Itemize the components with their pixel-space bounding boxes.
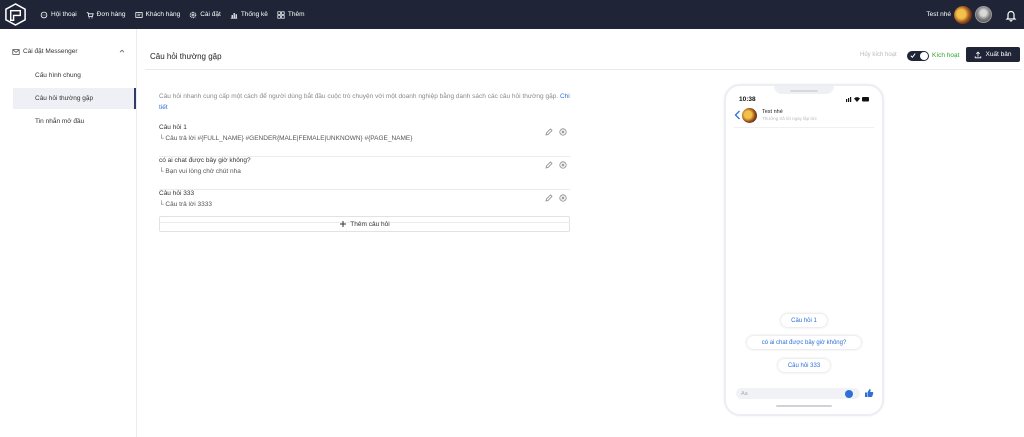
- faq-answer-text: Câu trả lời 3333: [165, 201, 212, 208]
- grid-icon: [277, 10, 285, 19]
- gear-icon: [189, 11, 197, 18]
- edit-icon[interactable]: [545, 194, 553, 202]
- activate-label[interactable]: Kích hoạt: [932, 52, 959, 59]
- signal-wifi-battery-icon: [846, 97, 869, 102]
- delete-icon[interactable]: [559, 194, 567, 202]
- faq-actions: [539, 161, 567, 169]
- sidebar-item-label: Câu hỏi thường gặp: [35, 95, 94, 102]
- user-avatar[interactable]: [975, 6, 992, 23]
- description-text: Câu hỏi nhanh cung cấp một cách để người…: [159, 93, 559, 100]
- sidebar-group-messenger[interactable]: Cài đặt Messenger: [12, 45, 130, 58]
- faq-answer: └ Bạn vui lòng chờ chút nha: [159, 168, 241, 175]
- messenger-preview-phone: 10:38 Test nhé Thường trả lời ngay lập t…: [724, 84, 884, 416]
- edit-icon[interactable]: [545, 161, 553, 169]
- settings-sidebar: Cài đặt Messenger Cấu hình chung Câu hỏi…: [0, 29, 137, 437]
- user-area: Test nhé: [926, 0, 1024, 29]
- nav-item-statistics[interactable]: Thống kê: [230, 11, 268, 19]
- sidebar-item-faq[interactable]: Câu hỏi thường gặp: [13, 88, 136, 109]
- nav-item-label: Thêm: [287, 11, 305, 18]
- deactivate-label[interactable]: Hủy kích hoạt: [860, 52, 897, 58]
- thumbs-up-icon[interactable]: [864, 388, 874, 398]
- faq-item[interactable]: Câu hỏi 1 └ Câu trả lời #{FULL_NAME} #GE…: [159, 124, 570, 157]
- nav-item-label: Đơn hàng: [96, 11, 126, 18]
- upload-icon: [975, 51, 982, 58]
- faq-answer: └ Câu trả lời 3333: [159, 201, 212, 208]
- faq-actions: [539, 128, 567, 136]
- phone-header-divider: [734, 127, 874, 128]
- faq-question: có ai chat được bây giờ không?: [159, 157, 251, 164]
- faq-answer-text: Bạn vui lòng chờ chút nha: [165, 168, 241, 175]
- faq-chip[interactable]: Câu hỏi 333: [778, 359, 830, 372]
- phone-page-subtitle: Thường trả lời ngay lập tức: [762, 116, 817, 121]
- bell-icon[interactable]: [1004, 8, 1018, 22]
- mail-icon: [12, 48, 20, 55]
- nav-item-label: Khách hàng: [145, 11, 181, 18]
- nav-item-settings[interactable]: Cài đặt: [189, 11, 221, 19]
- faq-question: Câu hỏi 333: [159, 190, 195, 197]
- sidebar-group-label: Cài đặt Messenger: [23, 48, 78, 55]
- contacts-icon: [134, 11, 143, 18]
- chat-icon: [40, 11, 48, 18]
- message-input[interactable]: Aa: [736, 388, 860, 399]
- check-icon: [910, 53, 916, 59]
- add-question-button[interactable]: Thêm câu hỏi: [159, 216, 570, 232]
- faq-item[interactable]: có ai chat được bây giờ không? └ Bạn vui…: [159, 157, 570, 190]
- faq-chip[interactable]: có ai chat được bây giờ không?: [747, 336, 861, 349]
- phone-page-name: Test nhé: [762, 109, 783, 115]
- faq-description: Câu hỏi nhanh cung cấp một cách để người…: [159, 91, 579, 113]
- plus-icon: [340, 221, 347, 227]
- page-title: Câu hỏi thường gặp: [150, 52, 222, 61]
- nav-item-conversations[interactable]: Hội thoại: [40, 11, 77, 19]
- back-arrow-icon[interactable]: [734, 110, 741, 120]
- nav-item-label: Thống kê: [240, 11, 268, 18]
- logo-icon[interactable]: [4, 3, 27, 26]
- home-indicator: [776, 405, 832, 407]
- add-question-label: Thêm câu hỏi: [350, 220, 390, 228]
- chevron-up-icon[interactable]: [118, 47, 126, 55]
- activation-toggle[interactable]: [907, 51, 929, 61]
- publish-label: Xuất bản: [985, 51, 1012, 58]
- faq-answer: └ Câu trả lời #{FULL_NAME} #GENDER{MALE|…: [159, 135, 413, 142]
- faq-answer-text: Câu trả lời #{FULL_NAME} #GENDER{MALE|FE…: [165, 135, 413, 142]
- sidebar-item-welcome-message[interactable]: Tin nhắn mở đầu: [13, 111, 136, 132]
- faq-question: Câu hỏi 1: [159, 124, 187, 131]
- bar-chart-icon: [230, 12, 238, 19]
- sidebar-item-general-config[interactable]: Cấu hình chung: [13, 65, 136, 86]
- sidebar-item-label: Cấu hình chung: [35, 72, 81, 79]
- phone-notch: [774, 86, 834, 94]
- delete-icon[interactable]: [559, 161, 567, 169]
- edit-icon[interactable]: [545, 128, 553, 136]
- delete-icon[interactable]: [559, 128, 567, 136]
- main-nav: Hội thoại Đơn hàng Khách hàng Cài đặt Th…: [40, 0, 314, 29]
- page-avatar[interactable]: [954, 5, 972, 24]
- nav-item-label: Cài đặt: [200, 11, 221, 18]
- top-navbar: Hội thoại Đơn hàng Khách hàng Cài đặt Th…: [0, 0, 1024, 29]
- nav-item-orders[interactable]: Đơn hàng: [86, 11, 126, 19]
- publish-button[interactable]: Xuất bản: [966, 47, 1020, 62]
- page-avatar: [742, 108, 757, 123]
- emoji-icon[interactable]: [845, 390, 853, 398]
- phone-time: 10:38: [739, 96, 756, 103]
- faq-chip[interactable]: Câu hỏi 1: [781, 314, 827, 327]
- sidebar-item-label: Tin nhắn mở đầu: [35, 118, 85, 125]
- nav-item-customers[interactable]: Khách hàng: [134, 11, 181, 19]
- nav-item-label: Hội thoại: [51, 11, 77, 18]
- nav-item-more[interactable]: Thêm: [277, 10, 305, 19]
- faq-actions: [539, 194, 567, 202]
- user-name[interactable]: Test nhé: [926, 11, 951, 18]
- toggle-knob: [920, 52, 928, 60]
- cart-icon: [86, 11, 94, 18]
- header-divider: [145, 69, 1021, 70]
